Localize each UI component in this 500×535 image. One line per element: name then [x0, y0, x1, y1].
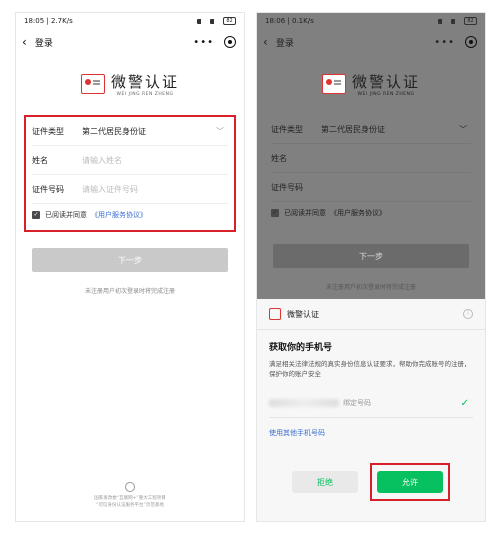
- nav-title: 登录: [34, 38, 53, 49]
- sheet-header: 微警认证 i: [257, 299, 485, 330]
- service-agreement-link[interactable]: 《用户服务协议》: [330, 208, 386, 218]
- status-bar: 18:06 | 0.1K/s 82: [257, 13, 485, 29]
- service-agreement-link[interactable]: 《用户服务协议》: [91, 210, 147, 220]
- dimmed-page: 18:06 | 0.1K/s 82 ‹ 登录 ••• 微警认证 WEI JING…: [257, 13, 485, 299]
- agree-text: 已阅读并同意: [284, 209, 326, 217]
- more-icon[interactable]: •••: [434, 37, 455, 48]
- logo-subtitle: WEI JING REN ZHENG: [357, 92, 415, 97]
- nav-bar: ‹ 登录 •••: [257, 29, 485, 55]
- left-screenshot: 18:05 | 2.7K/s 82 ‹ 登录 ••• 微警认证 WEI JING…: [16, 13, 244, 521]
- doc-type-label: 证件类型: [32, 126, 64, 136]
- sheet-description: 满足相关法律法规的真实身份信息认证要求，帮助你完成账号的注册，保护你的账户安全: [269, 360, 471, 378]
- id-number-field[interactable]: 证件号码 请输入证件号码: [32, 175, 228, 204]
- reject-button[interactable]: 拒绝: [292, 471, 358, 493]
- name-label: 姓名: [271, 153, 287, 163]
- footer: 国家发改委“互联网+”重大工程项目 “可信身份认证服务平台”示范基地: [16, 482, 244, 509]
- allow-highlight: 允许: [370, 463, 450, 501]
- agree-checkbox[interactable]: ✓: [32, 211, 40, 219]
- status-time: 18:05 | 2.7K/s: [24, 17, 73, 25]
- status-icons: 82: [197, 17, 236, 25]
- masked-phone-number: [269, 399, 339, 407]
- identity-form: 证件类型 第二代居民身份证 ﹀ 姓名 请输入姓名 证件号码 请输入证件号码 ✓ …: [24, 115, 236, 232]
- signal-icon: [438, 18, 448, 24]
- id-number-label: 证件号码: [32, 184, 64, 194]
- phone-auth-sheet: 微警认证 i 获取你的手机号 满足相关法律法规的真实身份信息认证要求，帮助你完成…: [257, 299, 485, 521]
- identity-form: 证件类型 第二代居民身份证 ﹀ 姓名 证件号码 ✓ 已阅读并同意 《用户服务协议…: [271, 115, 471, 228]
- right-screenshot: 18:06 | 0.1K/s 82 ‹ 登录 ••• 微警认证 WEI JING…: [257, 13, 485, 521]
- id-number-input[interactable]: 请输入证件号码: [82, 184, 138, 195]
- register-hint: 未注册用户初次登录时将完成注册: [325, 284, 416, 291]
- footer-line2: “可信身份认证服务平台”示范基地: [96, 503, 164, 508]
- signal-icon: [197, 18, 207, 24]
- info-icon[interactable]: i: [463, 309, 473, 319]
- name-field[interactable]: 姓名 请输入姓名: [32, 146, 228, 175]
- status-time: 18:06 | 0.1K/s: [265, 17, 314, 25]
- register-hint: 未注册用户初次登录时将完成注册: [84, 288, 175, 295]
- wifi-icon: [210, 18, 220, 24]
- doc-type-select[interactable]: 证件类型 第二代居民身份证 ﹀: [32, 117, 228, 146]
- close-miniprogram-icon[interactable]: [224, 36, 236, 48]
- next-button[interactable]: 下一步: [273, 244, 469, 268]
- footer-line1: 国家发改委“互联网+”重大工程项目: [94, 496, 166, 501]
- name-input[interactable]: 请输入姓名: [82, 155, 122, 166]
- nav-title: 登录: [275, 38, 294, 49]
- agreement-row: ✓ 已阅读并同意 《用户服务协议》: [32, 204, 228, 226]
- wifi-icon: [451, 18, 461, 24]
- battery-icon: 82: [223, 17, 236, 25]
- sheet-actions: 拒绝 允许: [257, 463, 485, 501]
- use-other-number-link[interactable]: 使用其他手机号码: [257, 418, 485, 438]
- id-number-field[interactable]: 证件号码: [271, 173, 471, 202]
- police-badge-icon: [321, 74, 346, 94]
- police-badge-icon: [80, 74, 105, 94]
- sheet-app-name: 微警认证: [287, 309, 319, 319]
- phone-number-option[interactable]: 绑定号码 ✓: [269, 389, 473, 418]
- name-field[interactable]: 姓名: [271, 144, 471, 173]
- status-icons: 82: [438, 17, 477, 25]
- nav-bar: ‹ 登录 •••: [16, 29, 244, 55]
- agree-text: 已阅读并同意: [45, 211, 87, 219]
- back-icon[interactable]: ‹: [22, 36, 27, 48]
- battery-icon: 82: [464, 17, 477, 25]
- emblem-icon: [125, 482, 135, 492]
- doc-type-label: 证件类型: [271, 124, 303, 134]
- logo-title: 微警认证: [110, 73, 179, 91]
- next-button[interactable]: 下一步: [32, 248, 228, 272]
- logo-title: 微警认证: [351, 73, 420, 91]
- doc-type-value: 第二代居民身份证: [82, 126, 146, 136]
- app-logo: 微警认证 WEI JING REN ZHENG: [257, 67, 485, 101]
- doc-type-select[interactable]: 证件类型 第二代居民身份证 ﹀: [271, 115, 471, 144]
- doc-type-value: 第二代居民身份证: [321, 124, 385, 134]
- name-label: 姓名: [32, 155, 48, 165]
- agree-checkbox[interactable]: ✓: [271, 209, 279, 217]
- chevron-down-icon: ﹀: [216, 126, 224, 136]
- bound-number-tag: 绑定号码: [343, 399, 371, 407]
- check-icon: ✓: [460, 397, 469, 409]
- sheet-title: 获取你的手机号: [269, 343, 333, 353]
- allow-button[interactable]: 允许: [377, 471, 443, 493]
- status-bar: 18:05 | 2.7K/s 82: [16, 13, 244, 29]
- chevron-down-icon: ﹀: [459, 124, 467, 134]
- app-icon: [269, 308, 281, 320]
- app-logo: 微警认证 WEI JING REN ZHENG: [16, 67, 244, 101]
- more-icon[interactable]: •••: [193, 37, 214, 48]
- logo-subtitle: WEI JING REN ZHENG: [116, 92, 174, 97]
- back-icon[interactable]: ‹: [263, 36, 268, 48]
- close-miniprogram-icon[interactable]: [465, 36, 477, 48]
- id-number-label: 证件号码: [271, 182, 303, 192]
- agreement-row: ✓ 已阅读并同意 《用户服务协议》: [271, 202, 471, 224]
